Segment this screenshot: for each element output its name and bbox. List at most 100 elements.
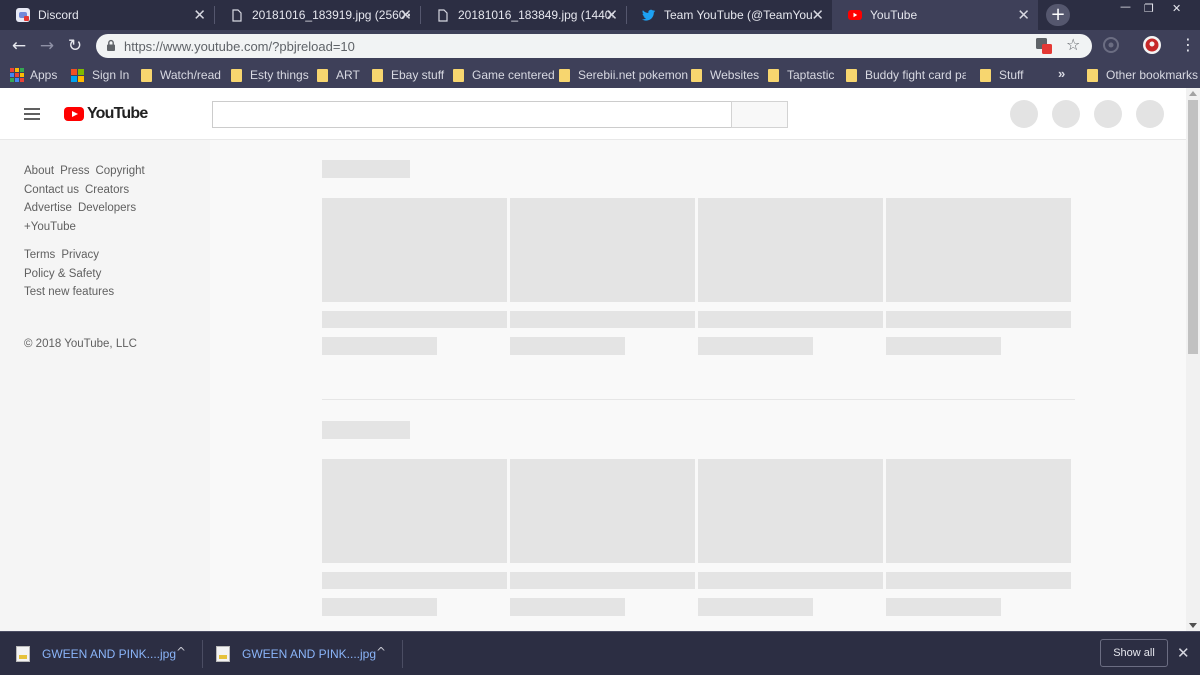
window-close-icon[interactable]: ✕ xyxy=(1172,2,1181,15)
terms-link[interactable]: Terms xyxy=(24,249,55,261)
twitter-icon xyxy=(642,8,656,22)
download-filename: GWEEN AND PINK....jpg xyxy=(242,647,377,661)
thumbnail-placeholder xyxy=(886,459,1071,563)
search-input[interactable] xyxy=(212,101,732,128)
thumbnail-placeholder xyxy=(510,198,695,302)
reload-icon[interactable]: ↻ xyxy=(64,35,86,57)
chevron-up-icon[interactable]: ^ xyxy=(376,645,386,659)
back-icon[interactable]: ← xyxy=(8,35,30,57)
video-feed-skeleton xyxy=(210,140,1186,631)
header-button-placeholder[interactable] xyxy=(1094,100,1122,128)
header-button-placeholder[interactable] xyxy=(1136,100,1164,128)
restore-icon[interactable]: ❐ xyxy=(1144,2,1154,15)
download-item[interactable]: GWEEN AND PINK....jpg ^ xyxy=(216,632,402,675)
close-tab-icon[interactable]: ✕ xyxy=(193,7,206,23)
tab-image-1[interactable]: 20181016_183919.jpg (2560×14 ✕ xyxy=(214,0,420,30)
tab-youtube[interactable]: YouTube ✕ xyxy=(832,0,1038,30)
extension-icon[interactable] xyxy=(1103,37,1119,58)
bookmark-folder[interactable]: Stuff xyxy=(980,67,1023,83)
test-features-link[interactable]: Test new features xyxy=(24,286,114,298)
hamburger-menu-icon[interactable] xyxy=(24,108,40,120)
creators-link[interactable]: Creators xyxy=(85,184,129,196)
more-bookmarks-icon[interactable]: » xyxy=(1058,66,1065,81)
title-placeholder xyxy=(886,572,1071,589)
section-divider xyxy=(322,399,1075,400)
search-button[interactable] xyxy=(731,101,788,128)
download-shelf: GWEEN AND PINK....jpg ^ GWEEN AND PINK..… xyxy=(0,631,1200,675)
section-title-placeholder xyxy=(322,160,410,178)
browser-toolbar: ← → ↻ https://www.youtube.com/?pbjreload… xyxy=(0,30,1200,62)
bookmark-folder[interactable]: ART xyxy=(317,67,360,83)
advertise-link[interactable]: Advertise xyxy=(24,202,72,214)
thumbnail-placeholder xyxy=(322,198,507,302)
bookmark-folder[interactable]: Watch/read xyxy=(141,67,221,83)
close-tab-icon[interactable]: ✕ xyxy=(399,7,412,23)
tab-team-youtube[interactable]: Team YouTube (@TeamYouTube ✕ xyxy=(626,0,832,30)
bookmark-folder[interactable]: Taptastic xyxy=(768,67,834,83)
contact-link[interactable]: Contact us xyxy=(24,184,79,196)
bookmark-folder[interactable]: Game centered xyxy=(453,67,555,83)
thumbnail-placeholder xyxy=(698,198,883,302)
other-bookmarks[interactable]: Other bookmarks xyxy=(1087,67,1198,83)
address-bar[interactable]: https://www.youtube.com/?pbjreload=10 ☆ xyxy=(96,34,1092,58)
tab-title: 20181016_183919.jpg (2560×14 xyxy=(252,8,410,22)
bookmark-sign-in[interactable]: Sign In xyxy=(71,67,129,83)
press-link[interactable]: Press xyxy=(60,165,89,177)
bookmark-label: Buddy fight card pac xyxy=(865,68,966,82)
header-button-placeholder[interactable] xyxy=(1052,100,1080,128)
meta-placeholder xyxy=(510,598,625,616)
close-tab-icon[interactable]: ✕ xyxy=(605,7,618,23)
new-tab-button[interactable]: + xyxy=(1046,4,1070,26)
copyright-link[interactable]: Copyright xyxy=(95,165,144,177)
plus-youtube-link[interactable]: +YouTube xyxy=(24,221,76,233)
bookmark-label: Other bookmarks xyxy=(1106,68,1199,82)
download-item[interactable]: GWEEN AND PINK....jpg ^ xyxy=(16,632,202,675)
youtube-play-icon xyxy=(64,107,84,121)
folder-icon xyxy=(846,68,857,82)
youtube-icon xyxy=(848,8,862,22)
tab-image-2[interactable]: 20181016_183849.jpg (1440×25 ✕ xyxy=(420,0,626,30)
tab-discord[interactable]: Discord ✕ xyxy=(0,0,214,30)
bookmark-label: Taptastic xyxy=(787,68,835,82)
youtube-logo-text: YouTube xyxy=(87,105,148,122)
url-text[interactable]: https://www.youtube.com/?pbjreload=10 xyxy=(124,39,355,54)
bookmark-folder[interactable]: Esty things xyxy=(231,67,309,83)
forward-icon[interactable]: → xyxy=(36,35,58,57)
folder-icon xyxy=(453,68,464,82)
bookmark-folder[interactable]: Websites xyxy=(691,67,759,83)
bookmark-folder[interactable]: Ebay stuff xyxy=(372,67,444,83)
bookmark-star-icon[interactable]: ☆ xyxy=(1066,35,1080,54)
download-filename: GWEEN AND PINK....jpg xyxy=(42,647,177,661)
close-tab-icon[interactable]: ✕ xyxy=(1017,7,1030,23)
profile-avatar-icon[interactable] xyxy=(1143,36,1161,59)
developers-link[interactable]: Developers xyxy=(78,202,136,214)
meta-placeholder xyxy=(886,337,1001,355)
close-tab-icon[interactable]: ✕ xyxy=(811,7,824,23)
image-file-icon xyxy=(16,646,30,662)
folder-icon xyxy=(691,68,702,82)
scroll-down-icon[interactable] xyxy=(1189,623,1197,628)
about-link[interactable]: About xyxy=(24,165,54,177)
minimize-icon[interactable]: — xyxy=(1120,0,1131,13)
youtube-logo[interactable]: YouTube xyxy=(64,105,148,123)
translate-icon[interactable] xyxy=(1036,38,1052,59)
bookmark-label: Ebay stuff xyxy=(391,68,445,82)
bookmark-folder[interactable]: Buddy fight card pac xyxy=(846,67,966,83)
show-all-button[interactable]: Show all xyxy=(1100,639,1168,667)
file-icon xyxy=(436,8,450,22)
scroll-up-icon[interactable] xyxy=(1189,91,1197,96)
bookmark-label: Serebii.net pokemon xyxy=(578,68,689,82)
header-button-placeholder[interactable] xyxy=(1010,100,1038,128)
close-shelf-icon[interactable]: ✕ xyxy=(1177,644,1190,662)
menu-icon[interactable]: ⋮ xyxy=(1180,35,1196,54)
bookmark-apps[interactable]: Apps xyxy=(10,67,57,83)
page-scrollbar[interactable] xyxy=(1186,88,1200,631)
meta-placeholder xyxy=(322,598,437,616)
chevron-up-icon[interactable]: ^ xyxy=(176,645,186,659)
title-placeholder xyxy=(698,311,883,328)
scrollbar-thumb[interactable] xyxy=(1188,100,1198,354)
privacy-link[interactable]: Privacy xyxy=(61,249,99,261)
policy-safety-link[interactable]: Policy & Safety xyxy=(24,268,101,280)
bookmark-folder[interactable]: Serebii.net pokemon xyxy=(559,67,688,83)
title-placeholder xyxy=(698,572,883,589)
